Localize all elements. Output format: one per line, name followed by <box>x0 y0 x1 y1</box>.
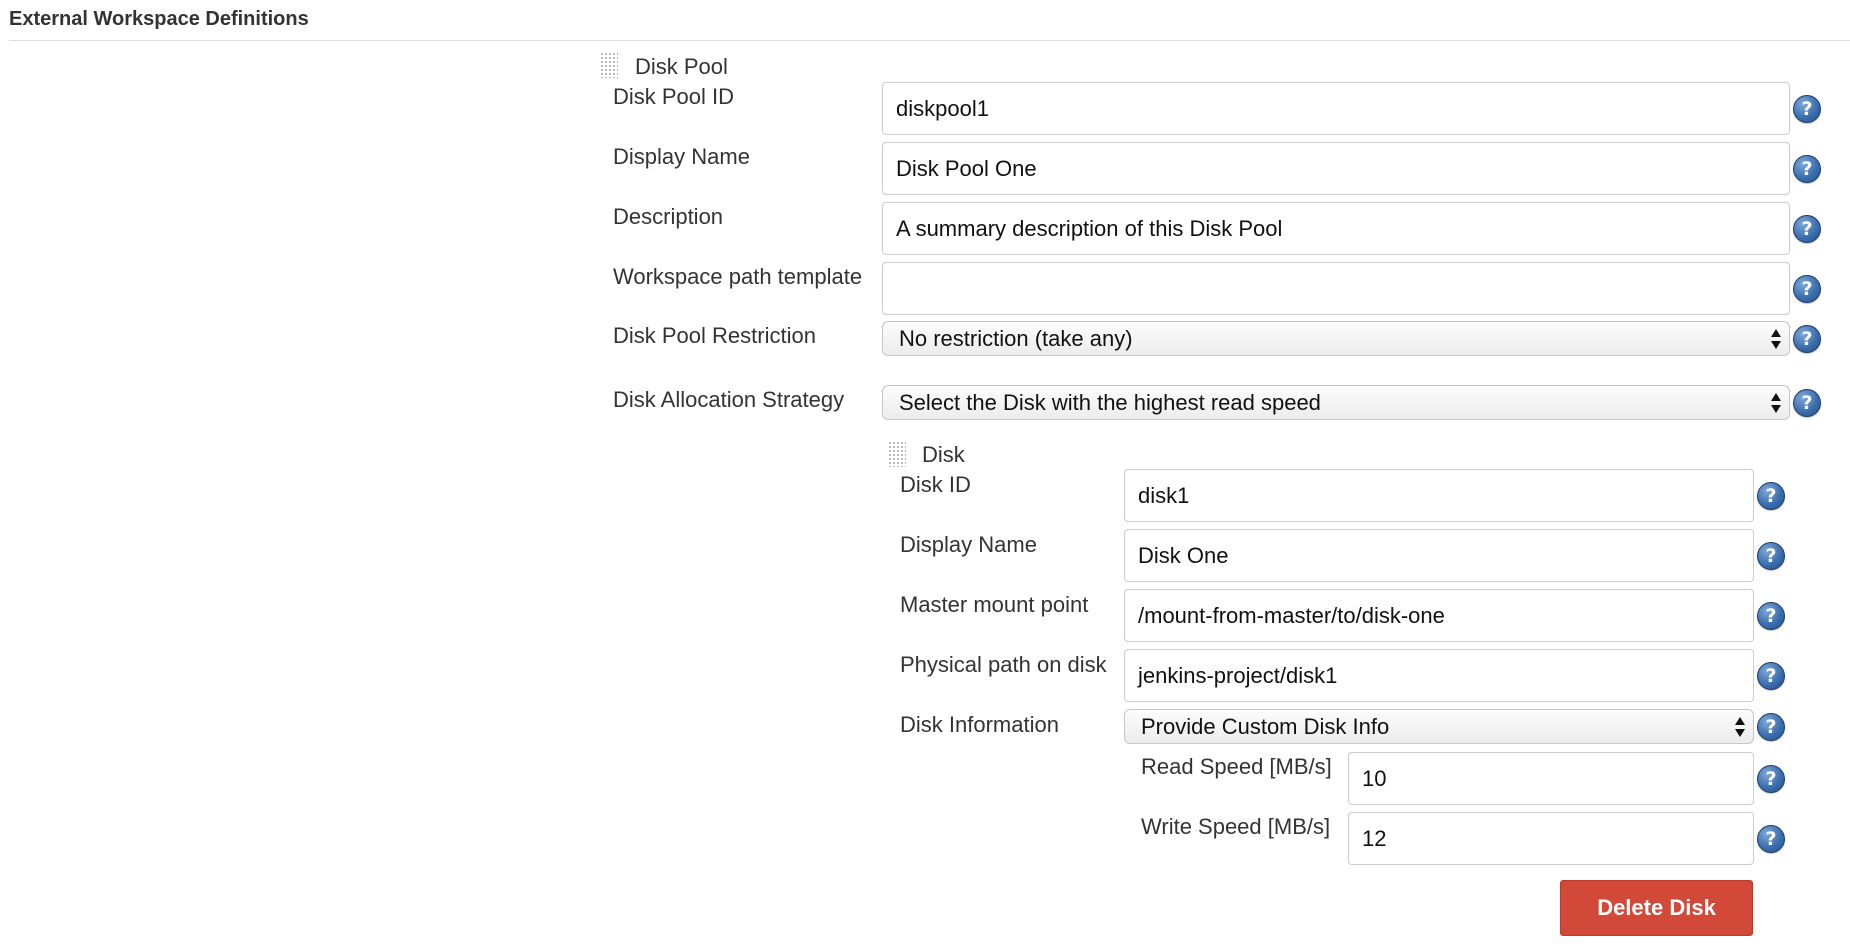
disk-allocation-strategy-label: Disk Allocation Strategy <box>613 387 845 412</box>
master-mount-point-input[interactable]: /mount-from-master/to/disk-one <box>1124 589 1754 642</box>
disk-id-label: Disk ID <box>900 472 971 497</box>
disk-pool-header: Disk Pool <box>635 54 728 79</box>
help-icon[interactable]: ? <box>1757 825 1785 853</box>
disk-pool-description-input[interactable]: A summary description of this Disk Pool <box>882 202 1790 255</box>
disk-pool-restriction-selected: No restriction (take any) <box>899 326 1133 351</box>
section-title: External Workspace Definitions <box>9 8 309 30</box>
drag-handle-icon[interactable] <box>600 52 618 78</box>
help-icon[interactable]: ? <box>1757 662 1785 690</box>
help-icon[interactable]: ? <box>1793 325 1821 353</box>
master-mount-point-label: Master mount point <box>900 592 1089 617</box>
disk-pool-restriction-label: Disk Pool Restriction <box>613 323 816 348</box>
write-speed-label: Write Speed [MB/s] <box>1141 814 1331 839</box>
disk-pool-display-name-label: Display Name <box>613 144 750 169</box>
help-icon[interactable]: ? <box>1793 389 1821 417</box>
read-speed-input[interactable]: 10 <box>1348 752 1754 805</box>
delete-disk-button[interactable]: Delete Disk <box>1560 880 1753 936</box>
help-icon[interactable]: ? <box>1793 215 1821 243</box>
physical-path-input[interactable]: jenkins-project/disk1 <box>1124 649 1754 702</box>
disk-pool-id-label: Disk Pool ID <box>613 84 735 109</box>
help-icon[interactable]: ? <box>1757 713 1785 741</box>
select-arrows-icon <box>1735 715 1745 739</box>
disk-pool-description-label: Description <box>613 204 724 229</box>
disk-allocation-strategy-selected: Select the Disk with the highest read sp… <box>899 390 1321 415</box>
read-speed-label: Read Speed [MB/s] <box>1141 754 1332 779</box>
help-icon[interactable]: ? <box>1757 602 1785 630</box>
disk-display-name-input[interactable]: Disk One <box>1124 529 1754 582</box>
drag-handle-icon[interactable] <box>888 441 906 467</box>
disk-pool-id-input[interactable]: diskpool1 <box>882 82 1790 135</box>
help-icon[interactable]: ? <box>1793 155 1821 183</box>
help-icon[interactable]: ? <box>1793 95 1821 123</box>
disk-header: Disk <box>922 442 965 467</box>
disk-allocation-strategy-select[interactable]: Select the Disk with the highest read sp… <box>882 385 1790 420</box>
help-icon[interactable]: ? <box>1757 542 1785 570</box>
disk-display-name-label: Display Name <box>900 532 1037 557</box>
select-arrows-icon <box>1771 391 1781 415</box>
disk-information-select[interactable]: Provide Custom Disk Info <box>1124 709 1754 744</box>
help-icon[interactable]: ? <box>1793 275 1821 303</box>
write-speed-input[interactable]: 12 <box>1348 812 1754 865</box>
disk-information-label: Disk Information <box>900 712 1059 737</box>
help-icon[interactable]: ? <box>1757 765 1785 793</box>
disk-information-selected: Provide Custom Disk Info <box>1141 714 1390 739</box>
disk-pool-restriction-select[interactable]: No restriction (take any) <box>882 321 1790 356</box>
physical-path-label: Physical path on disk <box>900 652 1107 677</box>
disk-pool-display-name-input[interactable]: Disk Pool One <box>882 142 1790 195</box>
workspace-path-template-input[interactable] <box>882 262 1790 315</box>
section-divider <box>9 40 1850 41</box>
workspace-path-template-label: Workspace path template <box>613 264 863 289</box>
disk-id-input[interactable]: disk1 <box>1124 469 1754 522</box>
select-arrows-icon <box>1771 327 1781 351</box>
help-icon[interactable]: ? <box>1757 482 1785 510</box>
